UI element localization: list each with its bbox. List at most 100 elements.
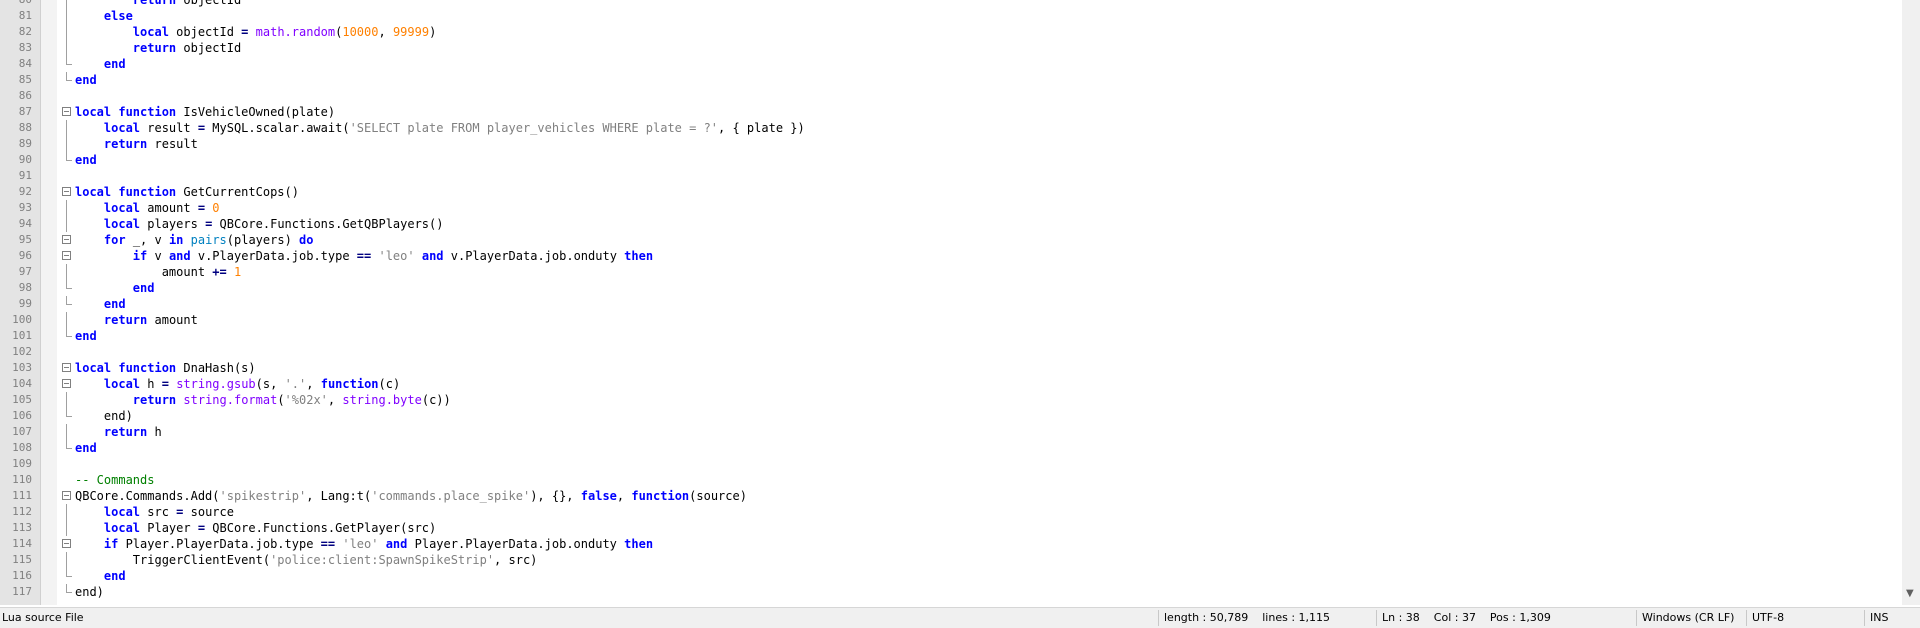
encoding-label[interactable]: UTF-8 [1752,611,1784,625]
line-number: 103 [12,361,32,374]
code-line[interactable]: 116 end [0,568,1902,584]
code-text[interactable]: local result = MySQL.scalar.await('SELEC… [75,120,805,136]
code-token: h [147,425,162,439]
code-text[interactable]: local amount = 0 [75,200,220,216]
code-text[interactable]: return h [75,424,162,440]
line-number: 83 [18,41,32,54]
code-line[interactable]: 86 [0,88,1902,104]
insert-mode-label[interactable]: INS [1870,611,1888,625]
code-text[interactable]: local function GetCurrentCops() [75,184,299,200]
eol-format-label[interactable]: Windows (CR LF) [1642,611,1734,625]
code-line[interactable]: 87 local function IsVehicleOwned(plate) [0,104,1902,120]
code-text[interactable]: if Player.PlayerData.job.type == 'leo' a… [75,536,653,552]
code-token: 0 [212,201,220,215]
code-line[interactable]: 100 return amount [0,312,1902,328]
code-line[interactable]: 94 local players = QBCore.Functions.GetQ… [0,216,1902,232]
fold-minus-icon[interactable] [62,235,71,244]
code-line[interactable]: 107 return h [0,424,1902,440]
code-text[interactable]: end [75,568,126,584]
code-line[interactable]: 80 return objectId [0,0,1902,8]
code-editor[interactable]: 80 return objectId81 else82 local object… [0,0,1902,605]
code-text[interactable]: end [75,296,126,312]
code-line[interactable]: 88 local result = MySQL.scalar.await('SE… [0,120,1902,136]
fold-end-guide [66,80,72,81]
code-line[interactable]: 105 return string.format('%02x', string.… [0,392,1902,408]
code-text[interactable]: local function IsVehicleOwned(plate) [75,104,335,120]
code-line[interactable]: 117 end) [0,584,1902,600]
code-line[interactable]: 97 amount += 1 [0,264,1902,280]
code-text[interactable]: local src = source [75,504,234,520]
code-line[interactable]: 113 local Player = QBCore.Functions.GetP… [0,520,1902,536]
code-line[interactable]: 92 local function GetCurrentCops() [0,184,1902,200]
fold-minus-icon[interactable] [62,491,71,500]
code-line[interactable]: 99 end [0,296,1902,312]
fold-minus-icon[interactable] [62,187,71,196]
fold-minus-icon[interactable] [62,107,71,116]
code-line[interactable]: 115 TriggerClientEvent('police:client:Sp… [0,552,1902,568]
code-token: QBCore.Functions.GetQBPlayers() [212,217,444,231]
code-line[interactable]: 84 end [0,56,1902,72]
code-line[interactable]: 109 [0,456,1902,472]
code-line[interactable]: 101 end [0,328,1902,344]
code-line[interactable]: 102 [0,344,1902,360]
code-line[interactable]: 96 if v and v.PlayerData.job.type == 'le… [0,248,1902,264]
code-text[interactable]: end) [75,584,104,600]
code-text[interactable]: local players = QBCore.Functions.GetQBPl… [75,216,444,232]
code-text[interactable]: return objectId [75,0,241,8]
code-line[interactable]: 114 if Player.PlayerData.job.type == 'le… [0,536,1902,552]
code-line[interactable]: 89 return result [0,136,1902,152]
code-text[interactable]: return string.format('%02x', string.byte… [75,392,451,408]
code-text[interactable]: end [75,56,126,72]
code-line[interactable]: 95 for _, v in pairs(players) do [0,232,1902,248]
code-token: 'leo' [378,249,415,263]
code-text[interactable]: end [75,440,97,456]
code-text[interactable]: return result [75,136,198,152]
code-text[interactable]: TriggerClientEvent('police:client:SpawnS… [75,552,538,568]
code-text[interactable]: amount += 1 [75,264,242,280]
code-line[interactable]: 103 local function DnaHash(s) [0,360,1902,376]
code-line[interactable]: 91 [0,168,1902,184]
line-number: 111 [12,489,32,502]
code-line[interactable]: 110 -- Commands [0,472,1902,488]
scroll-down-arrow-icon[interactable]: ▼ [1906,588,1914,600]
code-text[interactable]: end [75,152,97,168]
code-text[interactable]: return amount [75,312,198,328]
code-text[interactable]: end [75,72,97,88]
code-text[interactable]: end [75,328,97,344]
fold-minus-icon[interactable] [62,251,71,260]
code-line[interactable]: 81 else [0,8,1902,24]
code-text[interactable]: -- Commands [75,472,154,488]
code-line[interactable]: 85 end [0,72,1902,88]
code-text[interactable]: local objectId = math.random(10000, 9999… [75,24,437,40]
code-text[interactable]: if v and v.PlayerData.job.type == 'leo' … [75,248,653,264]
code-line[interactable]: 106 end) [0,408,1902,424]
code-line[interactable]: 98 end [0,280,1902,296]
code-text[interactable]: return objectId [75,40,241,56]
code-line[interactable]: 104 local h = string.gsub(s, '.', functi… [0,376,1902,392]
code-line[interactable]: 83 return objectId [0,40,1902,56]
code-line[interactable]: 93 local amount = 0 [0,200,1902,216]
code-text[interactable]: end) [75,408,133,424]
code-line[interactable]: 112 local src = source [0,504,1902,520]
code-text[interactable]: local function DnaHash(s) [75,360,256,376]
code-text[interactable]: local h = string.gsub(s, '.', function(c… [75,376,400,392]
fold-minus-icon[interactable] [62,363,71,372]
code-line[interactable]: 82 local objectId = math.random(10000, 9… [0,24,1902,40]
code-text[interactable]: for _, v in pairs(players) do [75,232,314,248]
fold-guide [66,136,67,152]
code-text[interactable]: QBCore.Commands.Add('spikestrip', Lang:t… [75,488,747,504]
code-text[interactable]: end [75,280,155,296]
code-line[interactable]: 90 end [0,152,1902,168]
vertical-scrollbar[interactable]: ▼ [1902,0,1920,605]
code-line[interactable]: 111 QBCore.Commands.Add('spikestrip', Lan… [0,488,1902,504]
code-line[interactable]: 108 end [0,440,1902,456]
code-token: 10000 [342,25,379,39]
fold-minus-icon[interactable] [62,379,71,388]
code-text[interactable]: local Player = QBCore.Functions.GetPlaye… [75,520,436,536]
code-text[interactable]: else [75,8,133,24]
fold-minus-icon[interactable] [62,539,71,548]
code-token: 'police:client:SpawnSpikeStrip' [270,553,495,567]
